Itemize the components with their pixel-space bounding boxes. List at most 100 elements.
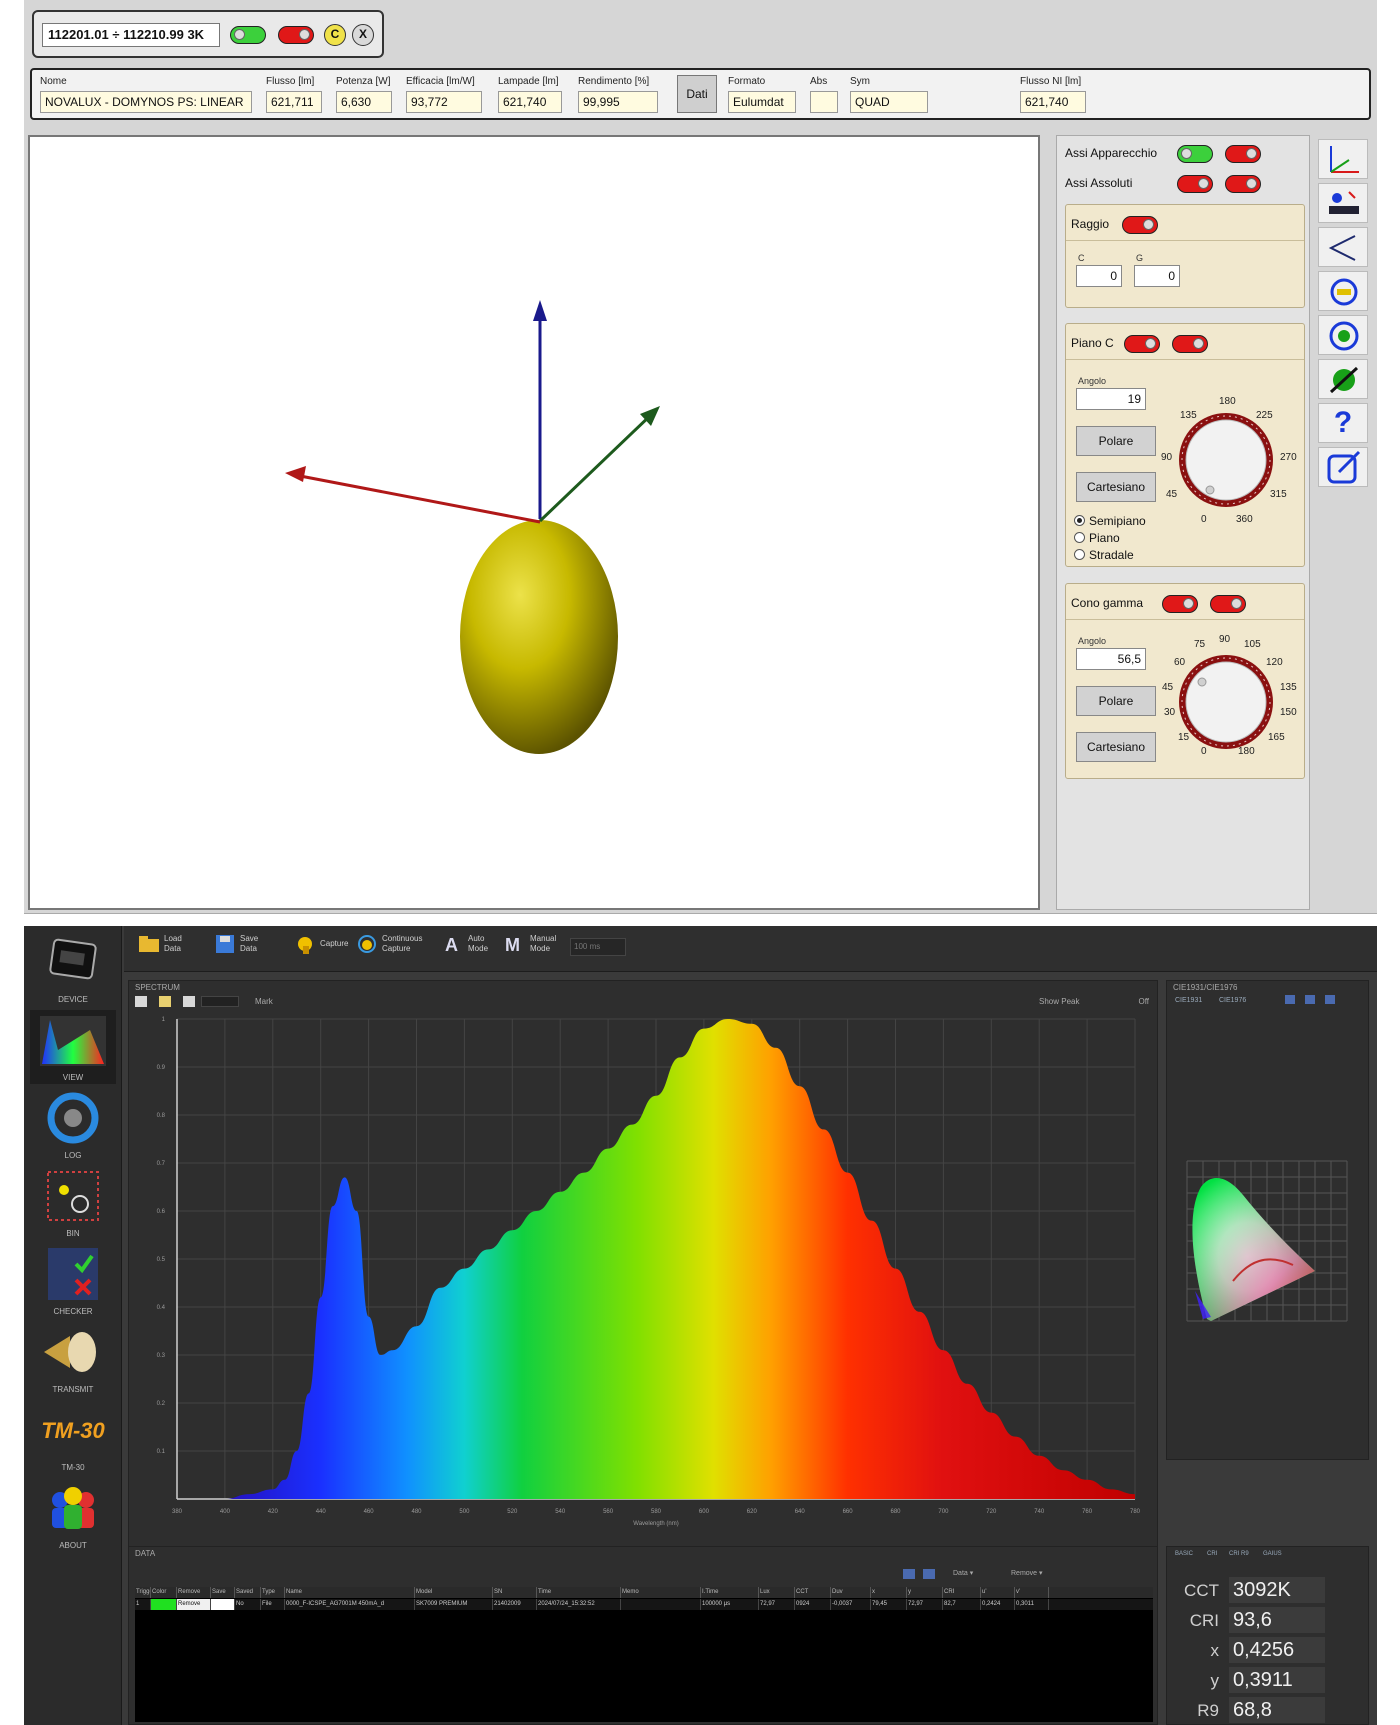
cono-gamma-angle-dial[interactable] — [1174, 650, 1278, 754]
spectrum-tool-2[interactable] — [159, 996, 171, 1007]
rotate-tool[interactable] — [1318, 271, 1368, 311]
tag-toggle-red[interactable] — [278, 26, 314, 44]
piano-c-toggle-1[interactable] — [1124, 335, 1160, 353]
data-dropdown[interactable]: Data ▾ — [953, 1569, 973, 1577]
3d-viewport[interactable] — [28, 135, 1040, 910]
table-header-cell[interactable]: SN — [493, 1587, 537, 1598]
assi-assoluti-toggle-1[interactable] — [1177, 175, 1213, 193]
piano-c-cartesiano-button[interactable]: Cartesiano — [1076, 472, 1156, 502]
luminaire-code-field[interactable]: 112201.01 ÷ 112210.99 3K — [42, 23, 220, 47]
table-header-cell[interactable]: Model — [415, 1587, 493, 1598]
close-button[interactable]: X — [352, 24, 374, 46]
help-tool[interactable]: ? — [1318, 403, 1368, 443]
lampade-field[interactable]: 621,740 — [498, 91, 562, 113]
radio-piano[interactable]: Piano — [1074, 531, 1120, 545]
raggio-c-input[interactable]: 0 — [1076, 265, 1122, 287]
metrics-tab-gaius[interactable]: GAIUS — [1263, 1551, 1282, 1557]
table-header-cell[interactable]: Color — [151, 1587, 177, 1598]
piano-c-angolo-input[interactable]: 19 — [1076, 388, 1146, 410]
cie-fit-icon[interactable] — [1325, 995, 1335, 1004]
piano-c-polare-button[interactable]: Polare — [1076, 426, 1156, 456]
dati-button[interactable]: Dati — [677, 75, 717, 113]
assi-assoluti-toggle-2[interactable] — [1225, 175, 1261, 193]
table-header-cell[interactable]: Type — [261, 1587, 285, 1598]
assi-apparecchio-toggle-green[interactable] — [1177, 145, 1213, 163]
cono-gamma-polare-button[interactable]: Polare — [1076, 686, 1156, 716]
table-header-cell[interactable]: Saved — [235, 1587, 261, 1598]
table-header-cell[interactable]: Time — [537, 1587, 621, 1598]
nav-about[interactable]: ABOUT — [30, 1478, 116, 1552]
potenza-field[interactable]: 6,630 — [336, 91, 392, 113]
integration-time-field[interactable]: 100 ms — [570, 938, 626, 956]
nav-log[interactable]: LOG — [30, 1088, 116, 1162]
table-header-cell[interactable]: x — [871, 1587, 907, 1598]
mark-button[interactable]: Mark — [255, 997, 273, 1006]
abs-field[interactable] — [810, 91, 838, 113]
table-header-cell[interactable]: I.Time — [701, 1587, 759, 1598]
table-header-cell[interactable]: y — [907, 1587, 943, 1598]
rendimento-field[interactable]: 99,995 — [578, 91, 658, 113]
piano-c-angle-dial[interactable] — [1174, 408, 1278, 512]
table-header-cell[interactable]: CCT — [795, 1587, 831, 1598]
capture-button[interactable]: Capture — [294, 934, 348, 964]
show-peak-toggle[interactable]: Off — [1113, 997, 1149, 1006]
radio-stradale[interactable]: Stradale — [1074, 548, 1134, 562]
auto-mode-button[interactable]: A Auto Mode — [442, 934, 488, 964]
manual-mode-button[interactable]: M Manual Mode — [504, 934, 556, 964]
metrics-tab-cri[interactable]: CRI — [1207, 1551, 1217, 1557]
table-header-cell[interactable]: Duv — [831, 1587, 871, 1598]
table-header-cell[interactable]: Remove — [177, 1587, 211, 1598]
data-tool-1[interactable] — [903, 1569, 915, 1579]
c-button[interactable]: C — [324, 24, 346, 46]
table-header-cell[interactable]: CRI — [943, 1587, 981, 1598]
efficacia-field[interactable]: 93,772 — [406, 91, 482, 113]
table-header-cell[interactable]: v' — [1015, 1587, 1049, 1598]
flusso-field[interactable]: 621,711 — [266, 91, 322, 113]
table-header-cell[interactable]: u' — [981, 1587, 1015, 1598]
cono-gamma-angolo-input[interactable]: 56,5 — [1076, 648, 1146, 670]
luminaire-tool[interactable] — [1318, 183, 1368, 223]
nav-view[interactable]: VIEW — [30, 1010, 116, 1084]
table-row[interactable]: 1 Remove No File 0000_F-ICSPE_AG7001M 450mA_… — [135, 1599, 1153, 1610]
piano-c-toggle-2[interactable] — [1172, 335, 1208, 353]
cie-zoom-in-icon[interactable] — [1285, 995, 1295, 1004]
sym-field[interactable]: QUAD — [850, 91, 928, 113]
nav-tm30[interactable]: TM-30 TM-30 — [30, 1400, 116, 1474]
assi-apparecchio-toggle-red[interactable] — [1225, 145, 1261, 163]
cono-gamma-cartesiano-button[interactable]: Cartesiano — [1076, 732, 1156, 762]
data-tool-2[interactable] — [923, 1569, 935, 1579]
hide-tool[interactable] — [1318, 359, 1368, 399]
nav-device[interactable]: DEVICE — [30, 932, 116, 1006]
nav-transmit[interactable]: TRANSMIT — [30, 1322, 116, 1396]
raggio-toggle[interactable] — [1122, 216, 1158, 234]
raggio-g-input[interactable]: 0 — [1134, 265, 1180, 287]
continuous-capture-button[interactable]: Continuous Capture — [356, 934, 422, 964]
metrics-tab-cri-r9[interactable]: CRI R9 — [1229, 1551, 1249, 1557]
nav-bin[interactable]: BIN — [30, 1166, 116, 1240]
angle-tool[interactable] — [1318, 227, 1368, 267]
spectrum-tool-field[interactable] — [201, 996, 239, 1007]
nav-checker[interactable]: CHECKER — [30, 1244, 116, 1318]
table-header-cell[interactable]: Trigger — [135, 1587, 151, 1598]
orbit-tool[interactable] — [1318, 315, 1368, 355]
name-field[interactable]: NOVALUX - DOMYNOS PS: LINEAR — [40, 91, 252, 113]
formato-field[interactable]: Eulumdat — [728, 91, 796, 113]
cie-tab-1931[interactable]: CIE1931 — [1175, 997, 1202, 1004]
export-tool[interactable] — [1318, 447, 1368, 487]
cono-gamma-toggle-1[interactable] — [1162, 595, 1198, 613]
table-header-cell[interactable]: Save — [211, 1587, 235, 1598]
tag-toggle-green[interactable] — [230, 26, 266, 44]
metrics-tab-basic[interactable]: BASIC — [1175, 1551, 1193, 1557]
remove-dropdown[interactable]: Remove ▾ — [1011, 1569, 1043, 1577]
cie-tab-1976[interactable]: CIE1976 — [1219, 997, 1246, 1004]
table-header-cell[interactable]: Memo — [621, 1587, 701, 1598]
save-data-button[interactable]: Save Data — [214, 934, 258, 964]
radio-semipiano[interactable]: Semipiano — [1074, 514, 1146, 528]
flusso-ni-field[interactable]: 621,740 — [1020, 91, 1086, 113]
load-data-button[interactable]: Load Data — [138, 934, 182, 964]
table-header-cell[interactable]: Lux — [759, 1587, 795, 1598]
spectrum-tool-3[interactable] — [183, 996, 195, 1007]
spectrum-tool-1[interactable] — [135, 996, 147, 1007]
cie-zoom-out-icon[interactable] — [1305, 995, 1315, 1004]
cono-gamma-toggle-2[interactable] — [1210, 595, 1246, 613]
